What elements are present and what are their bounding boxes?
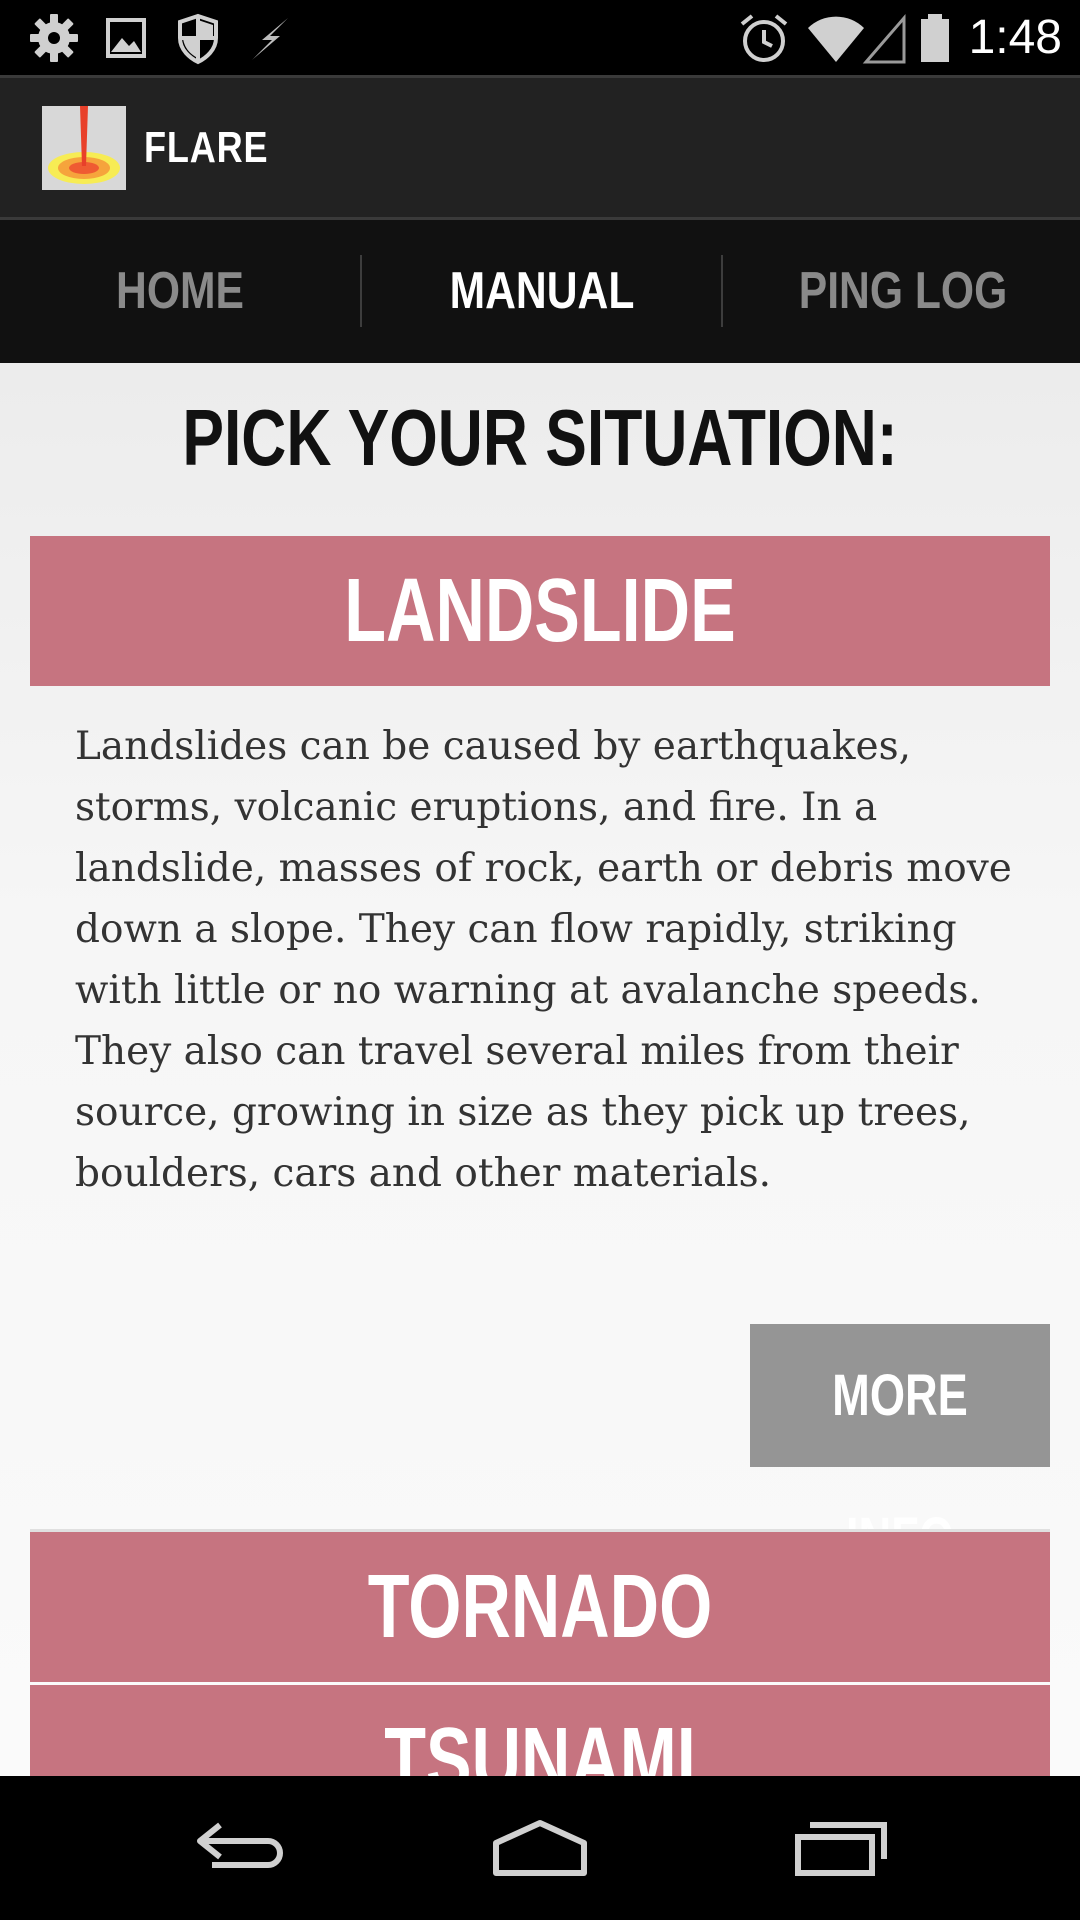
- flash-icon: [242, 10, 298, 66]
- home-icon: [493, 1820, 587, 1876]
- situation-label: TORNADO: [367, 1557, 713, 1657]
- tab-manual[interactable]: MANUAL: [362, 220, 722, 363]
- screen: 1:48 FLARE HOME MANUAL PING LOG PICK YOU…: [0, 0, 1080, 1920]
- back-button[interactable]: [140, 1776, 340, 1920]
- action-bar: FLARE: [0, 75, 1080, 220]
- recent-apps-icon: [795, 1822, 887, 1876]
- more-info-label: MORE INFO: [832, 1363, 968, 1571]
- more-info-button[interactable]: MORE INFO: [750, 1324, 1050, 1571]
- situation-tsunami[interactable]: TSUNAMI: [30, 1685, 1050, 1776]
- situation-description: Landslides can be caused by earthquakes,…: [75, 724, 1012, 1196]
- battery-icon: [918, 10, 952, 66]
- wifi-icon: [806, 10, 866, 66]
- tab-home[interactable]: HOME: [0, 220, 360, 363]
- shield-icon: [170, 10, 226, 66]
- situation-landslide[interactable]: LANDSLIDE: [30, 536, 1050, 686]
- tab-ping-log[interactable]: PING LOG: [723, 220, 1080, 363]
- navigation-bar: [0, 1776, 1080, 1920]
- back-icon: [197, 1822, 283, 1868]
- page-heading: PICK YOUR SITUATION:: [182, 393, 898, 482]
- situation-label: LANDSLIDE: [344, 561, 736, 661]
- home-button[interactable]: [440, 1776, 640, 1920]
- alarm-icon: [736, 10, 792, 66]
- status-bar: 1:48: [0, 0, 1080, 75]
- situation-label: TSUNAMI: [384, 1710, 696, 1776]
- settings-icon: [26, 10, 82, 66]
- situation-tornado[interactable]: TORNADO: [30, 1532, 1050, 1682]
- tab-home-label: HOME: [116, 262, 244, 320]
- app-title: FLARE: [144, 123, 269, 172]
- manual-content[interactable]: PICK YOUR SITUATION: LANDSLIDE Landslide…: [0, 363, 1080, 1776]
- tab-bar: HOME MANUAL PING LOG: [0, 220, 1080, 583]
- image-icon: [98, 10, 154, 66]
- status-time: 1:48: [968, 11, 1062, 64]
- tab-ping-log-label: PING LOG: [798, 262, 1008, 320]
- tab-manual-label: MANUAL: [449, 262, 635, 320]
- signal-icon: [862, 10, 908, 66]
- recent-apps-button[interactable]: [740, 1776, 940, 1920]
- flare-logo-icon[interactable]: [42, 106, 126, 190]
